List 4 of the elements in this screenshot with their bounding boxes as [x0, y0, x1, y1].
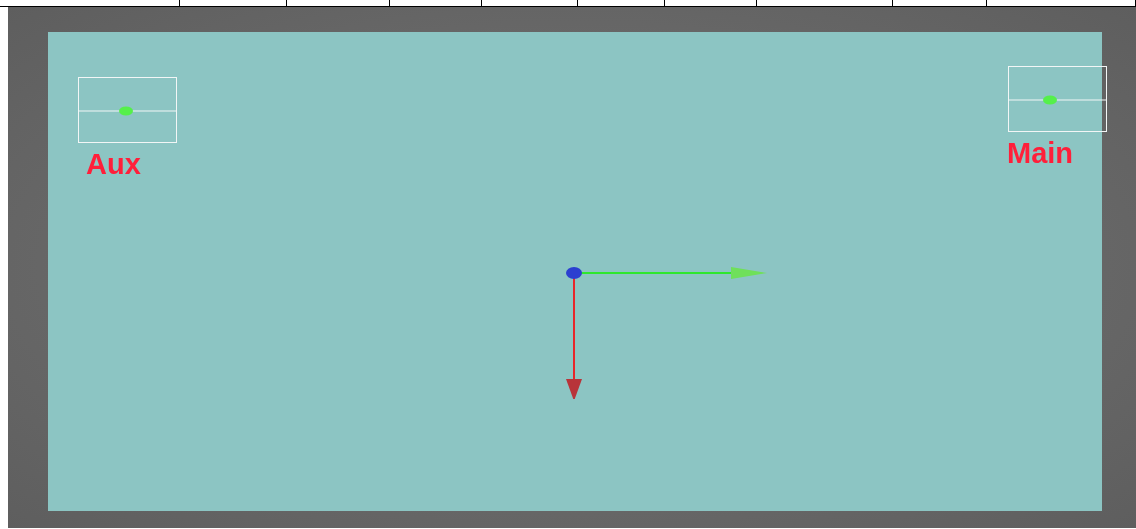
camera-frame-icon: [78, 77, 177, 143]
camera-frame-icon: [1008, 66, 1107, 132]
marker-label: Aux: [86, 147, 141, 181]
marker-label: Main: [1007, 136, 1074, 170]
